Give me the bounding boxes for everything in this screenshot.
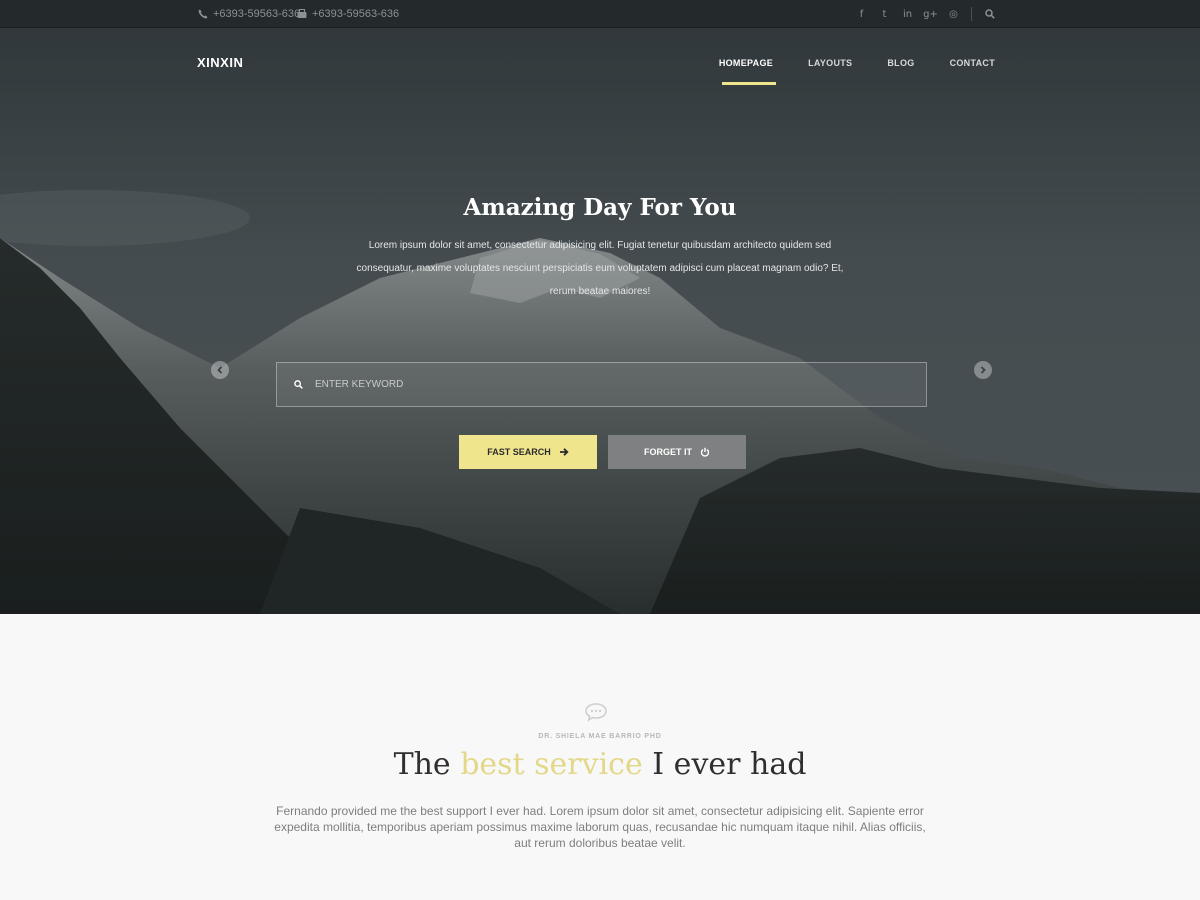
- hero-description: Lorem ipsum dolor sit amet, consectetur …: [356, 240, 844, 297]
- hero-title: Amazing Day For You: [463, 194, 737, 221]
- topbar-search-button[interactable]: [980, 9, 1000, 19]
- chevron-right-icon: [980, 366, 986, 374]
- site-logo[interactable]: XINXIN: [197, 55, 243, 70]
- phone-icon: [198, 9, 208, 19]
- speech-bubble-icon: [585, 703, 607, 722]
- fax-number: +6393-59563-636: [312, 8, 400, 20]
- fast-search-label: FAST SEARCH: [487, 447, 551, 457]
- linkedin-icon[interactable]: in: [896, 9, 919, 20]
- topbar-divider: [971, 7, 972, 21]
- hero-section: XINXIN HOMEPAGE LAYOUTS BLOG CONTACT Ama…: [0, 28, 1200, 614]
- heading-end: I ever had: [652, 747, 807, 782]
- fast-search-button[interactable]: FAST SEARCH: [459, 435, 597, 469]
- facebook-icon[interactable]: f: [850, 9, 873, 20]
- search-icon: [985, 9, 995, 19]
- slider-next-arrow[interactable]: [974, 361, 992, 379]
- forget-it-label: FORGET IT: [644, 447, 692, 457]
- hero-overlay: [0, 28, 1200, 614]
- dribbble-icon[interactable]: ◎: [942, 9, 965, 20]
- heading-highlight: best service: [460, 747, 643, 782]
- nav-homepage[interactable]: HOMEPAGE: [719, 58, 777, 85]
- phone-contact[interactable]: +6393-59563-636: [198, 0, 300, 28]
- search-icon: [294, 380, 303, 389]
- nav-layouts[interactable]: LAYOUTS: [808, 58, 852, 68]
- heading-start: The: [393, 747, 451, 782]
- google-plus-icon[interactable]: g+: [919, 9, 942, 20]
- forget-it-button[interactable]: FORGET IT: [608, 435, 746, 469]
- phone-number: +6393-59563-636: [213, 8, 301, 20]
- nav-blog[interactable]: BLOG: [887, 58, 914, 68]
- top-bar: +6393-59563-636 +6393-59563-636 f t in g…: [0, 0, 1200, 28]
- main-nav: HOMEPAGE LAYOUTS BLOG CONTACT: [719, 58, 995, 85]
- keyword-search-input[interactable]: [313, 378, 873, 391]
- fax-contact[interactable]: +6393-59563-636: [297, 0, 399, 28]
- arrow-right-icon: [559, 448, 569, 456]
- testimonial-heading: The best service I ever had: [0, 747, 1200, 782]
- testimonial-quote: Fernando provided me the best support I …: [274, 804, 926, 850]
- fax-icon: [297, 9, 307, 18]
- nav-contact[interactable]: CONTACT: [950, 58, 995, 68]
- testimonial-author: DR. SHIELA MAE BARRIO PHD: [538, 733, 662, 740]
- twitter-icon[interactable]: t: [873, 9, 896, 20]
- chevron-left-icon: [217, 366, 223, 374]
- power-icon: [700, 447, 710, 457]
- slider-prev-arrow[interactable]: [211, 361, 229, 379]
- social-links: f t in g+ ◎: [850, 0, 1000, 28]
- keyword-search-box: [276, 362, 927, 407]
